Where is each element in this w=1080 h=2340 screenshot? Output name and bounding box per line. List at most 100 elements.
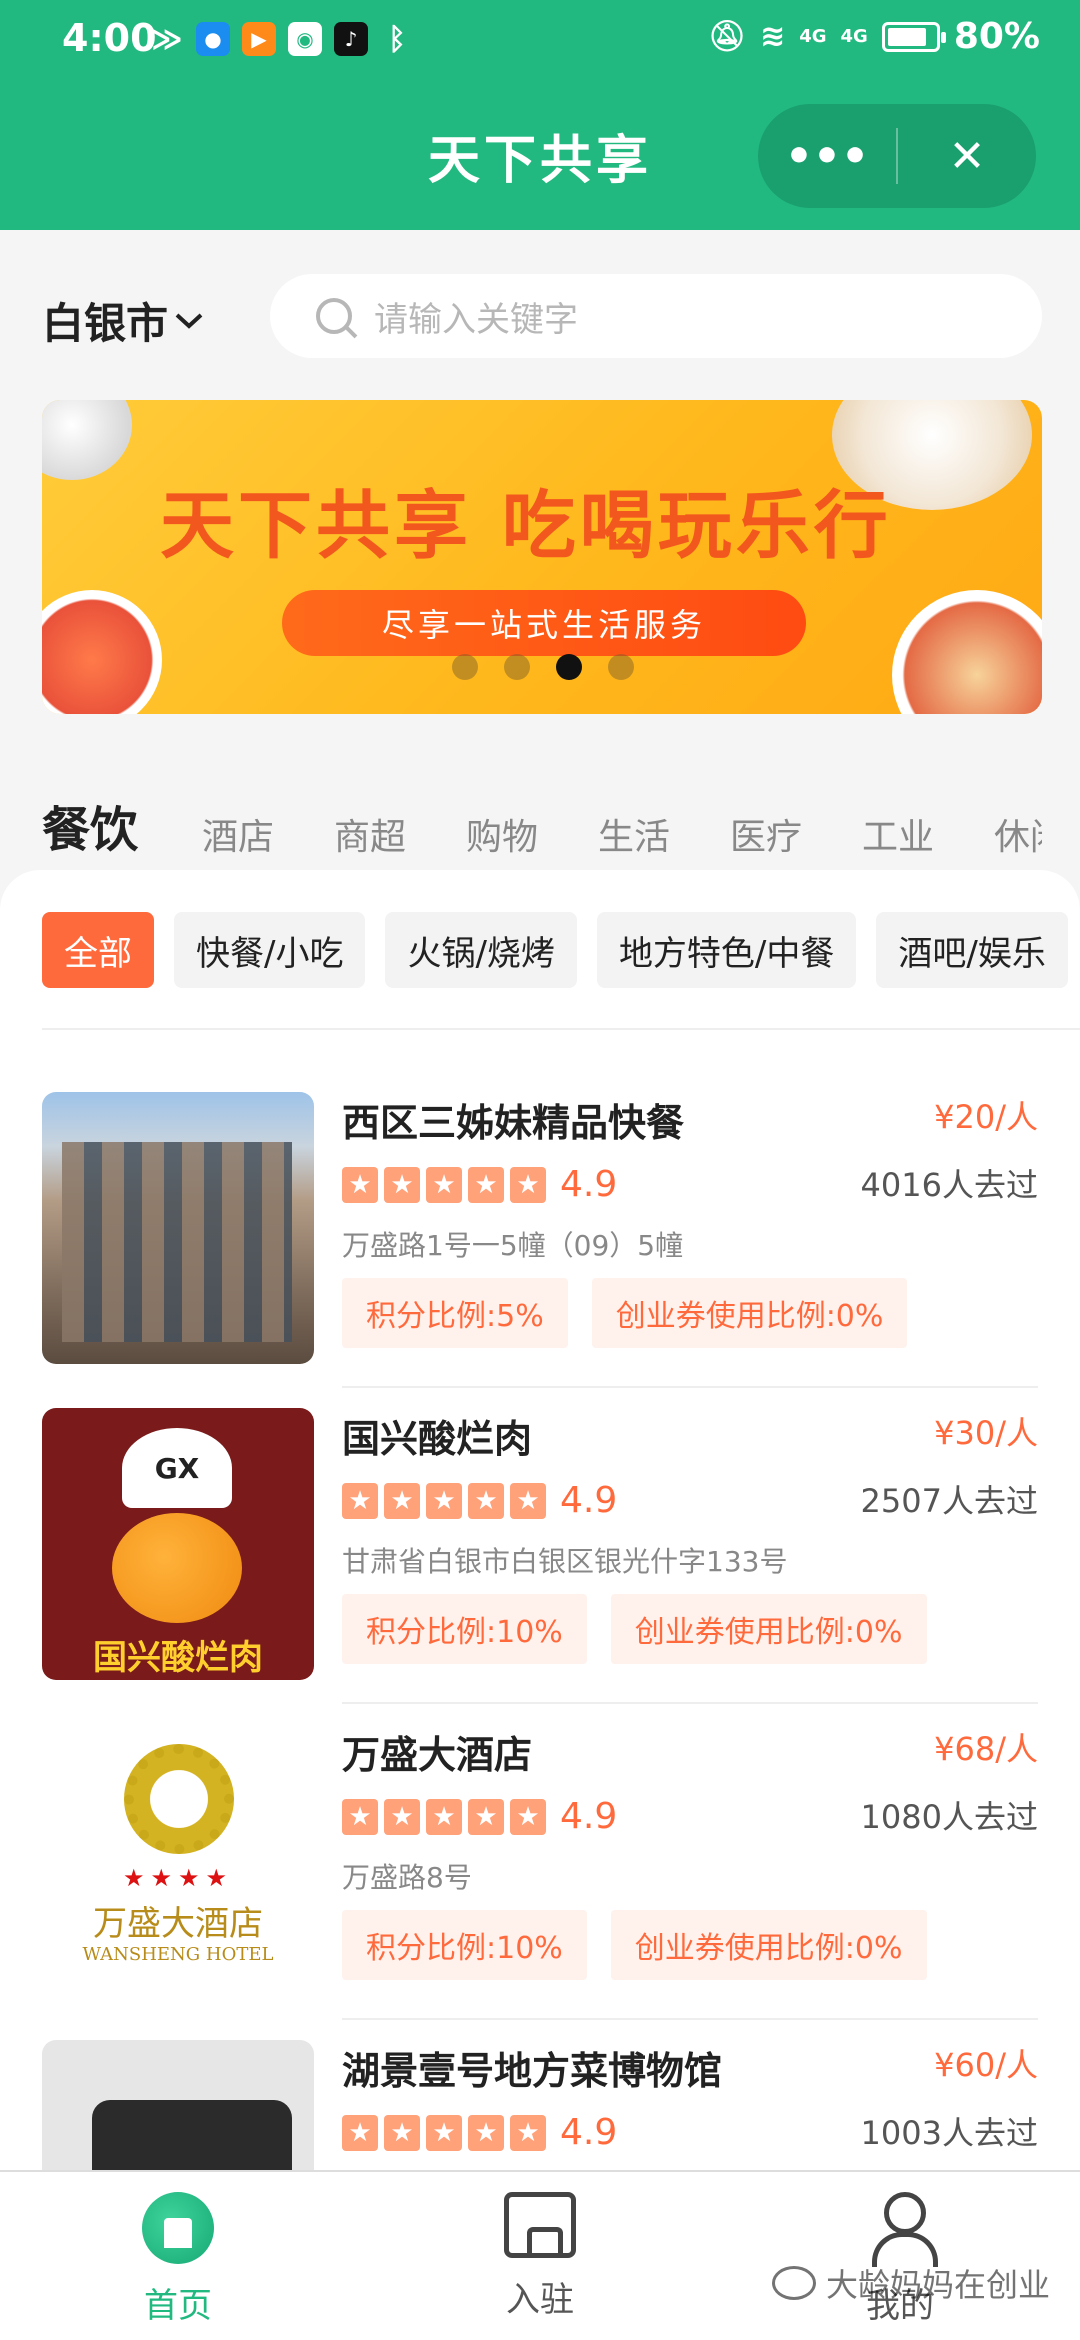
visit-count: 1080人去过 xyxy=(860,1798,1038,1836)
pagination-dot-active xyxy=(556,654,582,680)
tab-label: 医疗 xyxy=(730,817,803,858)
nav-home[interactable]: 首页 xyxy=(78,2192,278,2327)
wifi-icon: ≋ xyxy=(760,19,786,54)
tab-industry[interactable]: 工业 xyxy=(862,808,994,860)
tab-leisure[interactable]: 休闲 xyxy=(994,808,1042,860)
row-divider xyxy=(342,2018,1038,2020)
list-item[interactable]: GX 国兴酸烂肉 国兴酸烂肉 ¥30/人 ★ ★ ★ ★ ★ 4.9 2507人去过 甘… xyxy=(42,1408,1038,1680)
store-tags: 积分比例:5% 创业券使用比例:0% xyxy=(342,1278,908,1348)
chip-local-cuisine[interactable]: 地方特色/中餐 xyxy=(596,912,857,988)
food-image-bottom-left xyxy=(42,590,162,714)
points-ratio-tag: 积分比例:5% xyxy=(342,1278,568,1348)
link-app-icon: ≫ xyxy=(151,21,183,57)
active-tab-indicator xyxy=(64,852,120,860)
nav-join[interactable]: 入驻 xyxy=(440,2192,640,2321)
star-icon: ★ xyxy=(468,1166,504,1203)
tab-dining[interactable]: 餐饮 xyxy=(42,790,202,860)
chef-hat-image: GX xyxy=(122,1428,232,1508)
logo-badge: GX xyxy=(154,1451,200,1485)
store-price: ¥20/人 xyxy=(934,1098,1038,1136)
tab-label: 休闲 xyxy=(994,817,1042,858)
tab-label: 工业 xyxy=(862,817,935,858)
mascot-image xyxy=(112,1513,242,1623)
status-bar: 4:00 ≫ ● ▶ ◉ ♪ ᛒ 🔕︎ ≋ 4G 4G 80% xyxy=(0,0,1080,80)
food-image-top-left xyxy=(42,400,132,480)
store-name: 万盛大酒店 xyxy=(342,1733,533,1777)
nav-label: 首页 xyxy=(144,2286,212,2326)
rating-value: 4.9 xyxy=(560,1164,618,1205)
star-icon: ★ xyxy=(468,1798,504,1835)
divider xyxy=(42,1028,1080,1030)
chip-bar-entertainment[interactable]: 酒吧/娱乐 xyxy=(876,912,1068,988)
list-item[interactable]: ★★★★ 万盛大酒店 WANSHENG HOTEL 万盛大酒店 ¥68/人 ★ ★… xyxy=(42,1724,1038,1996)
play-app-icon: ▶ xyxy=(242,22,276,56)
star-icon: ★ xyxy=(510,1798,546,1835)
logo-text: 万盛大酒店 xyxy=(93,1904,263,1944)
store-logo: GX 国兴酸烂肉 xyxy=(42,1408,314,1680)
banner-subtitle: 尽享一站式生活服务 xyxy=(282,590,806,656)
tab-hotel[interactable]: 酒店 xyxy=(202,808,334,860)
rating-value: 4.9 xyxy=(560,1480,618,1521)
logo-text: 国兴酸烂肉 xyxy=(93,1638,263,1678)
store-address: 万盛路1号一5幢（09）5幢 xyxy=(342,1229,684,1262)
bulb-app-icon: ● xyxy=(196,22,230,56)
tab-label: 商超 xyxy=(334,817,407,858)
star-icon: ★ xyxy=(426,2114,462,2151)
star-icon: ★ xyxy=(468,2114,504,2151)
tab-supermarket[interactable]: 商超 xyxy=(334,808,466,860)
star-icon: ★ xyxy=(384,2114,420,2151)
more-button[interactable]: ••• xyxy=(758,104,896,208)
chip-hotpot-bbq[interactable]: 火锅/烧烤 xyxy=(385,912,577,988)
rating-value: 4.9 xyxy=(560,2112,618,2153)
watermark: 大龄妈妈在创业 xyxy=(771,2260,1050,2306)
logo-subtext: WANSHENG HOTEL xyxy=(82,1944,274,1965)
store-price: ¥68/人 xyxy=(934,1730,1038,1768)
visit-count: 4016人去过 xyxy=(860,1166,1038,1204)
points-ratio-tag: 积分比例:10% xyxy=(342,1910,587,1980)
pagination-dot xyxy=(608,654,634,680)
category-tabs: 餐饮 酒店 商超 购物 生活 医疗 工业 休闲 xyxy=(42,770,1042,860)
star-icon: ★ xyxy=(384,1798,420,1835)
star-icon: ★ xyxy=(384,1482,420,1519)
signal-icon-2: 4G xyxy=(840,26,868,47)
store-address: 甘肃省白银市白银区银光什字133号 xyxy=(342,1545,788,1578)
star-icon: ★ xyxy=(510,1482,546,1519)
store-tags: 积分比例:10% 创业券使用比例:0% xyxy=(342,1910,927,1980)
row-divider xyxy=(342,1386,1038,1388)
star-icon: ★ xyxy=(342,1798,378,1835)
store-name: 国兴酸烂肉 xyxy=(342,1417,533,1461)
promo-banner[interactable]: 天下共享 吃喝玩乐行 尽享一站式生活服务 xyxy=(42,400,1042,714)
food-image-bottom-right xyxy=(892,590,1042,714)
bottom-navigation: 首页 入驻 我的 xyxy=(0,2170,1080,2340)
voucher-ratio-tag: 创业券使用比例:0% xyxy=(610,1910,927,1980)
system-icons: 🔕︎ ≋ 4G 4G 80% xyxy=(708,16,1040,57)
star-icon: ★ xyxy=(510,1166,546,1203)
tiktok-app-icon: ♪ xyxy=(334,22,368,56)
star-icon: ★ xyxy=(510,2114,546,2151)
hotel-emblem-image xyxy=(124,1744,234,1854)
star-rating: ★ ★ ★ ★ ★ 4.9 xyxy=(342,1480,617,1521)
voucher-ratio-tag: 创业券使用比例:0% xyxy=(591,1278,908,1348)
notification-icons: ≫ ● ▶ ◉ ♪ ᛒ xyxy=(150,21,414,57)
store-price: ¥60/人 xyxy=(934,2046,1038,2084)
star-icon: ★ xyxy=(426,1482,462,1519)
list-item[interactable]: 西区三姊妹精品快餐 ¥20/人 ★ ★ ★ ★ ★ 4.9 4016人去过 万盛路1号一… xyxy=(42,1092,1038,1364)
search-icon xyxy=(316,298,352,334)
tab-life[interactable]: 生活 xyxy=(598,808,730,860)
tab-label: 餐饮 xyxy=(42,802,139,858)
tab-medical[interactable]: 医疗 xyxy=(730,808,862,860)
banner-pagination xyxy=(452,654,634,680)
search-input[interactable]: 请输入关键字 xyxy=(270,274,1042,358)
star-icon: ★ xyxy=(342,1166,378,1203)
close-button[interactable]: ✕ xyxy=(898,104,1036,208)
chip-fastfood[interactable]: 快餐/小吃 xyxy=(174,912,366,988)
chat-app-icon: ◉ xyxy=(288,22,322,56)
tab-shopping[interactable]: 购物 xyxy=(466,808,598,860)
banner-title: 天下共享 吃喝玩乐行 xyxy=(160,483,892,569)
city-selector[interactable]: 白银市 xyxy=(42,290,204,351)
store-logo: ★★★★ 万盛大酒店 WANSHENG HOTEL xyxy=(42,1724,314,1996)
store-name: 西区三姊妹精品快餐 xyxy=(342,1101,685,1145)
star-icon: ★ xyxy=(426,1166,462,1203)
store-photo xyxy=(42,1092,314,1364)
chip-all[interactable]: 全部 xyxy=(42,912,154,988)
